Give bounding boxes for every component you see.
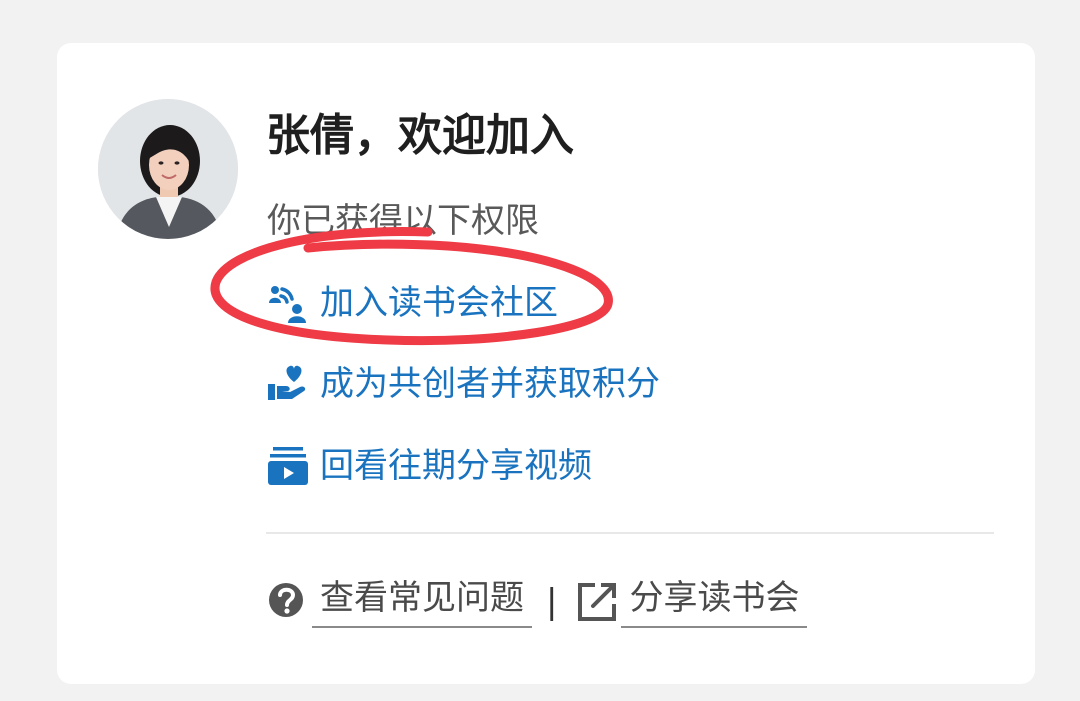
permissions-intro: 你已获得以下权限 [267, 201, 539, 241]
question-circle-icon [266, 580, 310, 624]
footer-separator: | [546, 582, 558, 622]
footer-links: 查看常见问题 | 分享读书会 [266, 574, 808, 630]
video-playlist-icon [266, 444, 310, 488]
hand-heart-icon [266, 362, 310, 406]
permission-label: 加入读书会社区 [320, 283, 558, 323]
permission-label: 回看往期分享视频 [320, 446, 592, 486]
welcome-title: 张倩，欢迎加入 [266, 110, 574, 161]
faq-label: 查看常见问题 [312, 576, 532, 628]
share-link[interactable]: 分享读书会 [575, 576, 808, 628]
avatar [98, 99, 238, 239]
share-label: 分享读书会 [621, 576, 808, 628]
permission-join-community[interactable]: 加入读书会社区 [266, 279, 558, 327]
permission-label: 成为共创者并获取积分 [320, 364, 660, 404]
permission-replay-videos[interactable]: 回看往期分享视频 [266, 442, 592, 490]
permission-cocreator-points[interactable]: 成为共创者并获取积分 [266, 360, 660, 408]
divider [266, 532, 994, 534]
share-external-icon [575, 580, 619, 624]
community-broadcast-icon [266, 281, 310, 325]
faq-link[interactable]: 查看常见问题 [266, 576, 532, 628]
